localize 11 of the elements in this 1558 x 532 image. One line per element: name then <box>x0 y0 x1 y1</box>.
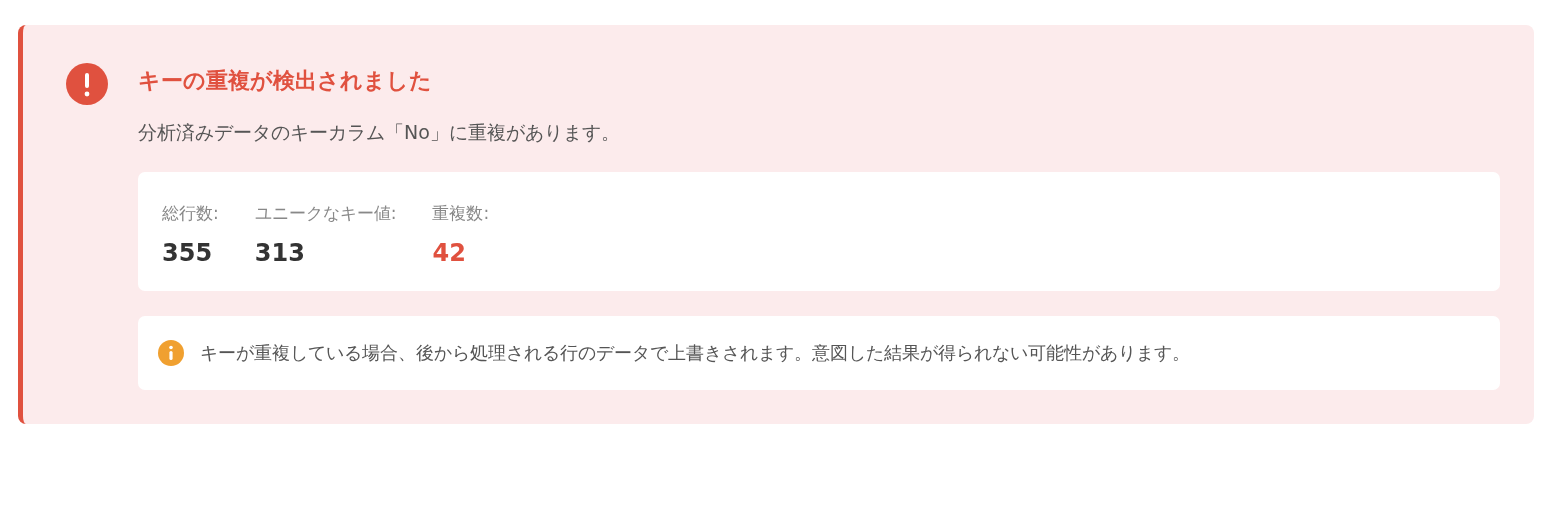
stat-label: ユニークなキー値: <box>254 202 397 225</box>
alert-title: キーの重複が検出されました <box>138 67 433 95</box>
stat-label: 重複数: <box>432 202 490 225</box>
error-icon <box>66 63 108 105</box>
stat-value: 355 <box>162 239 213 267</box>
stat-label: 総行数: <box>162 202 219 225</box>
stat-value: 313 <box>254 239 305 267</box>
info-icon <box>158 340 184 366</box>
stat-value: 42 <box>432 239 466 267</box>
note-text: キーが重複している場合、後から処理される行のデータで上書きされます。意図した結果が得られない可能性があります。 <box>200 341 1190 365</box>
alert-message: 分析済みデータのキーカラム「No」に重複があります。 <box>138 120 621 145</box>
